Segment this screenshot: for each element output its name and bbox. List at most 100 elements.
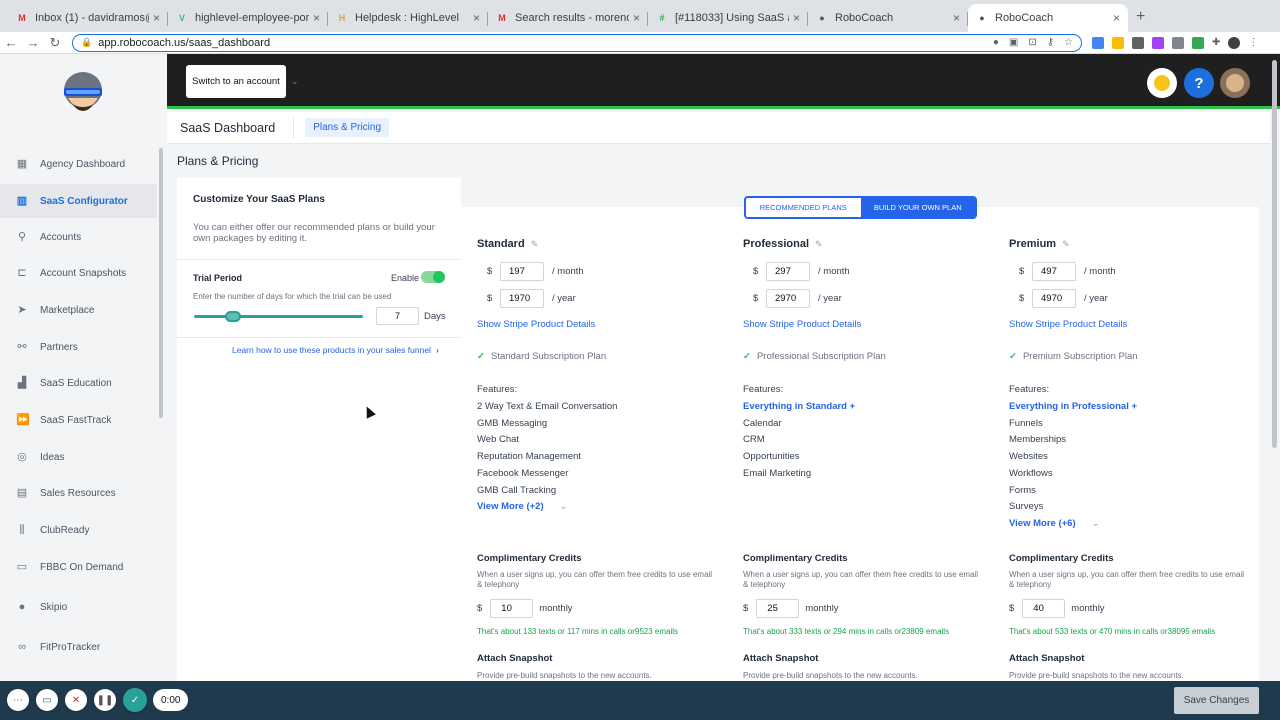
extension-icon[interactable]: [1112, 36, 1124, 49]
pencil-icon[interactable]: ✎: [531, 239, 539, 249]
translate-icon[interactable]: ⊡: [1028, 37, 1036, 48]
browser-tab[interactable]: # [#118033] Using SaaS as one ×: [648, 4, 808, 32]
stripe-details-link[interactable]: Show Stripe Product Details: [1009, 319, 1127, 330]
sidebar-item-saas-configurator[interactable]: ▥ SaaS Configurator: [0, 184, 157, 218]
stripe-details-link[interactable]: Show Stripe Product Details: [743, 319, 861, 330]
view-more-button[interactable]: View More (+6) ⌄: [1009, 518, 1100, 529]
feature-item: Opportunities: [743, 451, 800, 463]
browser-tab[interactable]: H Helpdesk : HighLevel ×: [328, 4, 488, 32]
close-tab-icon[interactable]: ×: [153, 11, 160, 25]
sidebar-item-clubready[interactable]: ⫼ ClubReady: [0, 513, 157, 547]
monthly-price-input[interactable]: 297: [766, 262, 810, 281]
back-icon[interactable]: ←: [0, 35, 22, 50]
feature-inherit-link[interactable]: Everything in Standard +: [743, 401, 855, 412]
avatar-icon: [1226, 74, 1244, 92]
sidebar-item-fitprotracker[interactable]: ∞ FitProTracker: [0, 630, 157, 664]
sidebar-item-saas-fasttrack[interactable]: ⏩ SaaS FastTrack: [0, 403, 157, 437]
sidebar-item-account-snapshots[interactable]: ⊏ Account Snapshots: [0, 256, 157, 290]
credits-input[interactable]: 25: [756, 599, 800, 618]
close-tab-icon[interactable]: ×: [953, 11, 960, 25]
new-tab-button[interactable]: +: [1136, 8, 1145, 26]
currency-symbol: $: [753, 293, 759, 304]
sidebar-item-partners[interactable]: ⚯ Partners: [0, 330, 157, 364]
browser-tab[interactable]: ● RoboCoach ×: [968, 4, 1128, 32]
extension-icon[interactable]: [1132, 36, 1144, 49]
yearly-price-input[interactable]: 2970: [766, 289, 810, 308]
sidebar-item-fbbc-on-demand[interactable]: ▭ FBBC On Demand: [0, 550, 157, 584]
browser-tab[interactable]: M Inbox (1) - davidramos@gohigh ×: [8, 4, 168, 32]
extension-icon[interactable]: [1192, 36, 1204, 49]
trial-days-slider[interactable]: [194, 315, 363, 318]
sidebar-item-saas-education[interactable]: ▟ SaaS Education: [0, 366, 157, 400]
sidebar-item-accounts[interactable]: ⚲ Accounts: [0, 220, 157, 254]
currency-symbol: $: [1019, 293, 1025, 304]
list-menu-button[interactable]: [1147, 68, 1177, 98]
chevron-down-icon[interactable]: ⌄: [291, 76, 299, 87]
feature-item: Workflows: [1009, 467, 1053, 479]
trial-enable-toggle[interactable]: [421, 271, 445, 283]
user-avatar[interactable]: [1220, 68, 1250, 98]
extension-icon[interactable]: [1152, 36, 1164, 49]
reload-icon[interactable]: ↻: [44, 35, 66, 51]
check-icon: ✓: [477, 351, 485, 362]
check-icon[interactable]: ✓: [123, 688, 147, 712]
switch-account-button[interactable]: Switch to an account: [186, 65, 286, 98]
extension-icon[interactable]: [1172, 36, 1184, 49]
sidebar-scrollbar[interactable]: [159, 148, 163, 418]
camera-icon[interactable]: ▣: [1009, 37, 1018, 48]
learn-sales-funnel-link[interactable]: Learn how to use these products in your …: [232, 345, 439, 355]
feature-item: Forms: [1009, 484, 1036, 496]
close-tab-icon[interactable]: ×: [473, 11, 480, 25]
monthly-price-input[interactable]: 197: [500, 262, 544, 281]
close-tab-icon[interactable]: ×: [313, 11, 320, 25]
yearly-price-input[interactable]: 4970: [1032, 289, 1076, 308]
bookmark-star-icon[interactable]: ☆: [1064, 37, 1073, 48]
sidebar-item-marketplace[interactable]: ➤ Marketplace: [0, 293, 157, 327]
mic-icon[interactable]: ●: [993, 37, 999, 48]
credits-period: monthly: [805, 603, 839, 614]
feature-item: Email Marketing: [743, 467, 812, 479]
yearly-price-row: $1970 / year: [487, 289, 576, 308]
help-button[interactable]: ?: [1184, 68, 1214, 98]
page-scrollbar[interactable]: [1272, 60, 1277, 448]
sidebar-item-agency-dashboard[interactable]: ▦ Agency Dashboard: [0, 147, 157, 181]
browser-tab[interactable]: M Search results - morenovalley ×: [488, 4, 648, 32]
key-icon[interactable]: ⚷: [1047, 37, 1054, 48]
stripe-details-link[interactable]: Show Stripe Product Details: [477, 319, 595, 330]
trial-days-input[interactable]: 7: [376, 307, 419, 325]
address-bar[interactable]: 🔒 app.robocoach.us/saas_dashboard ● ▣ ⊡ …: [72, 33, 1082, 52]
save-changes-button[interactable]: Save Changes: [1174, 687, 1259, 714]
browser-tab[interactable]: ● RoboCoach ×: [808, 4, 968, 32]
credits-input[interactable]: 10: [490, 599, 534, 618]
sidebar-item-sales-resources[interactable]: ▤ Sales Resources: [0, 476, 157, 510]
browser-tab[interactable]: Vhighlevel-employee-portal ×: [168, 4, 328, 32]
close-icon[interactable]: ✕: [65, 689, 87, 711]
close-tab-icon[interactable]: ×: [633, 11, 640, 25]
credits-row: $25 monthly: [743, 599, 839, 618]
tab-plans-pricing[interactable]: Plans & Pricing: [305, 118, 390, 137]
slider-handle[interactable]: [225, 311, 241, 322]
yearly-price-input[interactable]: 1970: [500, 289, 544, 308]
avatar[interactable]: [1228, 36, 1241, 49]
close-tab-icon[interactable]: ×: [793, 11, 800, 25]
monitor-icon: ▭: [16, 561, 28, 573]
credits-input[interactable]: 40: [1022, 599, 1066, 618]
sidebar-item-label: Marketplace: [40, 304, 95, 316]
forward-icon[interactable]: →: [22, 35, 44, 50]
extension-icon[interactable]: [1092, 36, 1104, 49]
close-tab-icon[interactable]: ×: [1113, 11, 1120, 25]
view-more-button[interactable]: View More (+2) ⌄: [477, 501, 568, 512]
monthly-price-input[interactable]: 497: [1032, 262, 1076, 281]
sidebar-item-ideas[interactable]: ◎ Ideas: [0, 440, 157, 474]
camera-icon[interactable]: ▭: [36, 689, 58, 711]
pencil-icon[interactable]: ✎: [815, 239, 823, 249]
more-icon[interactable]: ⋮: [1248, 37, 1258, 48]
pencil-icon[interactable]: ✎: [1062, 239, 1070, 249]
feature-inherit-link[interactable]: Everything in Professional +: [1009, 401, 1137, 412]
more-options-icon[interactable]: ⋯: [7, 689, 29, 711]
pause-icon[interactable]: ❚❚: [94, 689, 116, 711]
sidebar-item-skipio[interactable]: ● Skipio: [0, 590, 157, 624]
sidebar-item-label: SaaS FastTrack: [40, 414, 112, 426]
puzzle-icon[interactable]: ✚: [1212, 37, 1220, 48]
tab-title: highlevel-employee-portal: [195, 12, 309, 24]
